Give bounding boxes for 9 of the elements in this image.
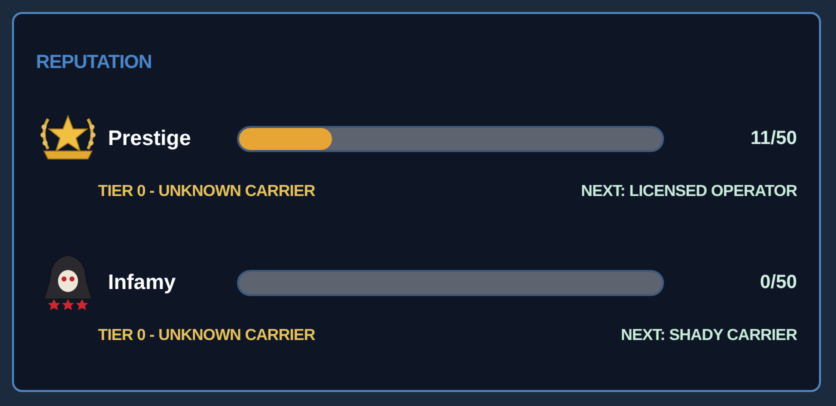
tier-label: TIER 0 - UNKNOWN CARRIER <box>98 183 316 201</box>
panel-title: REPUTATION <box>36 52 153 74</box>
progress-reading: 0/50 <box>759 272 797 294</box>
track-name: Infamy <box>108 271 177 295</box>
tier-label: TIER 0 - UNKNOWN CARRIER <box>98 327 316 345</box>
track-name: Prestige <box>108 127 192 151</box>
next-tier-label: NEXT: SHADY CARRIER <box>620 327 797 345</box>
next-tier-label: NEXT: LICENSED OPERATOR <box>580 183 797 201</box>
progress-reading: 11/50 <box>750 128 797 150</box>
